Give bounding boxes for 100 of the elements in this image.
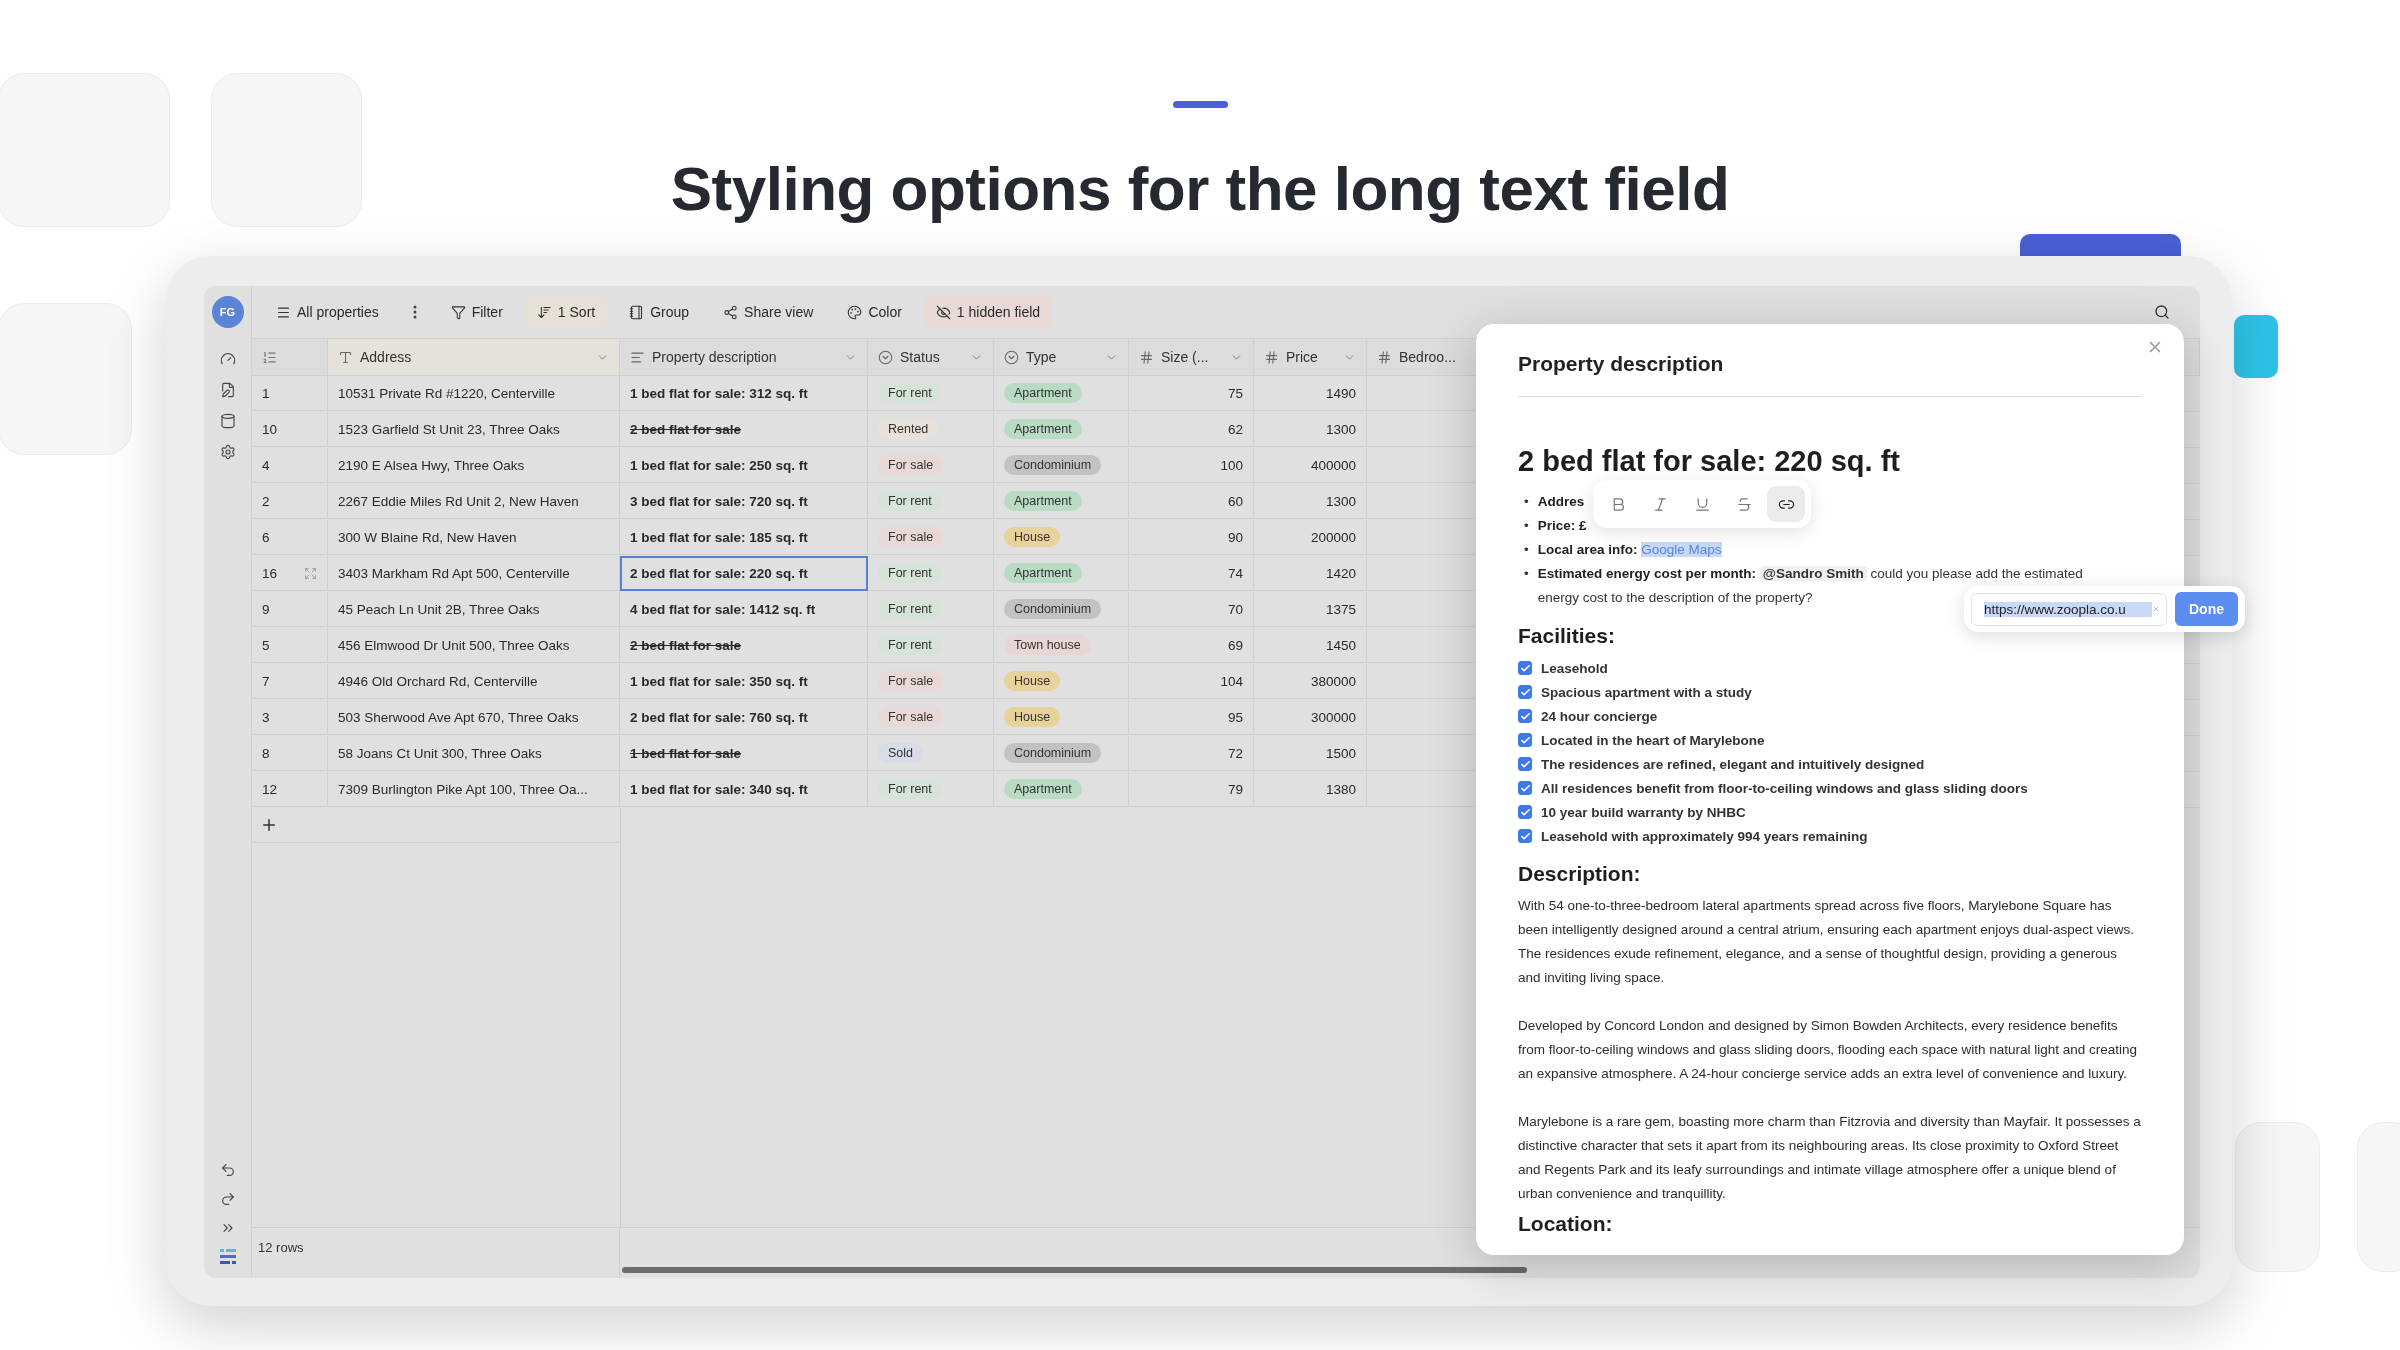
type-tag: Apartment: [1004, 563, 1082, 583]
filter-button[interactable]: Filter: [438, 296, 515, 328]
column-header[interactable]: Price: [1254, 339, 1367, 376]
table-cell[interactable]: 1 bed flat for sale: 340 sq. ft: [620, 772, 868, 807]
hash-icon: [1377, 349, 1392, 365]
undo-icon[interactable]: [219, 1162, 236, 1178]
checkbox-label: 10 year build warranty by NHBC: [1541, 804, 1746, 820]
url-field[interactable]: https://www.zoopla.co.u: [1971, 592, 2167, 626]
share-button[interactable]: Share view: [711, 296, 826, 328]
column-header[interactable]: Type: [994, 339, 1129, 376]
table-cell[interactable]: 1 bed flat for sale: 312 sq. ft: [620, 376, 868, 411]
type-tag: Condominium: [1004, 599, 1102, 619]
paragraph: With 54 one-to-three-bedroom lateral apartments spread across five floors, Marylebone Square has been intelligently designed around a central atrium, ensuring each apartment enjoys dual-aspect views. The residences exude refinement, elegance, and a sense of thoughtful design, providing a generous and inviting living space.: [1518, 897, 2136, 987]
hash-icon: [1264, 349, 1279, 365]
database-icon[interactable]: [219, 413, 236, 429]
link-button[interactable]: [1767, 486, 1805, 522]
table-cell[interactable]: 1 bed flat for sale: 350 sq. ft: [620, 664, 868, 699]
gauge-icon[interactable]: [219, 351, 236, 367]
scrollbar-thumb[interactable]: [622, 1267, 1527, 1273]
row-number: 3: [262, 709, 270, 725]
table-cell: 7309 Burlington Pike Apt 100, Three Oa...: [328, 772, 620, 807]
table-cell[interactable]: 3 bed flat for sale: 720 sq. ft: [620, 484, 868, 519]
checkbox[interactable]: [1518, 709, 1532, 723]
settings-icon[interactable]: [219, 444, 236, 460]
table-cell: 503 Sherwood Ave Apt 670, Three Oaks: [328, 700, 620, 735]
user-avatar[interactable]: FG: [211, 296, 244, 328]
hash-icon: [1139, 349, 1154, 365]
document-heading: 2 bed flat for sale: 220 sq. ft: [1518, 445, 1901, 478]
column-header[interactable]: Status: [868, 339, 994, 376]
redo-icon[interactable]: [219, 1191, 236, 1207]
table-cell: 10531 Private Rd #1220, Centerville: [328, 376, 620, 411]
row-count: 12 rows: [258, 1240, 304, 1255]
checkbox[interactable]: [1518, 733, 1532, 747]
paragraph: Marylebone is a rare gem, boasting more charm than Fitzrovia and diversity than Mayfair. It possesses a distinctive character that sets it apart from its neighbouring areas. Its close proximity to Oxford Street and Regents Park and its leafy surroundings and intimate village atmosphere offer a unique blend of urban convenience and tranquillity.: [1518, 1113, 2142, 1203]
type-tag: Apartment: [1004, 779, 1082, 799]
table-cell: 1420: [1254, 556, 1367, 591]
status-tag: For rent: [878, 779, 942, 799]
checkbox[interactable]: [1518, 829, 1532, 843]
document-edit-icon[interactable]: [219, 382, 236, 398]
table-cell[interactable]: 1 bed flat for sale: 185 sq. ft: [620, 520, 868, 555]
hidden-button[interactable]: 1 hidden field: [923, 296, 1053, 328]
table-cell[interactable]: 2 bed flat for sale: [620, 412, 868, 447]
filter-icon: [450, 304, 466, 320]
plus-icon: [260, 816, 278, 834]
table-cell[interactable]: 2 bed flat for sale: 760 sq. ft: [620, 700, 868, 735]
table-cell: 79: [1129, 772, 1254, 807]
table-cell[interactable]: 4 bed flat for sale: 1412 sq. ft: [620, 592, 868, 627]
type-tag: Apartment: [1004, 491, 1082, 511]
checkbox[interactable]: [1518, 781, 1532, 795]
status-tag: For rent: [878, 491, 942, 511]
row-number: 6: [262, 529, 270, 545]
table-cell[interactable]: 2 bed flat for sale: 220 sq. ft: [620, 556, 868, 591]
accent-bar: [1172, 101, 1228, 108]
status-tag: For sale: [878, 527, 944, 547]
row-number: 5: [262, 637, 270, 653]
section-heading: Location:: [1518, 1212, 1613, 1236]
checkbox-label: 24 hour concierge: [1541, 708, 1658, 724]
column-header[interactable]: Property description: [620, 339, 868, 376]
table-cell[interactable]: 2 bed flat for sale: [620, 628, 868, 663]
type-tag: Apartment: [1004, 419, 1082, 439]
table-cell: 72: [1129, 736, 1254, 771]
row-number: 9: [262, 601, 270, 617]
app-logo-icon[interactable]: [219, 1249, 236, 1264]
table-cell: 1375: [1254, 592, 1367, 627]
status-tag: For rent: [878, 635, 942, 655]
checkbox[interactable]: [1518, 805, 1532, 819]
group-button[interactable]: Group: [617, 296, 702, 328]
table-cell: 60: [1129, 484, 1254, 519]
table-cell: 1300: [1254, 484, 1367, 519]
column-header[interactable]: Size (...: [1129, 339, 1254, 376]
color-button[interactable]: Color: [835, 296, 914, 328]
row-number: 10: [262, 421, 278, 437]
row-number: 12: [262, 781, 278, 797]
row-number: 2: [262, 493, 270, 509]
checkbox[interactable]: [1518, 685, 1532, 699]
circle-chevron-icon: [878, 349, 893, 365]
table-cell: 380000: [1254, 664, 1367, 699]
bullet-marker: •: [1524, 565, 1529, 583]
table-cell: 74: [1129, 556, 1254, 591]
text-type-icon: [338, 349, 353, 365]
mention-chip[interactable]: @Sandro Smith: [1759, 566, 1867, 581]
checkbox[interactable]: [1518, 757, 1532, 771]
decor-block: [2234, 315, 2278, 378]
sort-button[interactable]: 1 Sort: [524, 296, 608, 328]
table-cell[interactable]: 1 bed flat for sale: 250 sq. ft: [620, 448, 868, 483]
bullet-text: Price: £: [1537, 517, 1587, 535]
checkbox[interactable]: [1518, 661, 1532, 675]
status-tag: Rented: [878, 419, 939, 439]
search-icon: [2154, 304, 2170, 320]
view-button[interactable]: All properties: [264, 296, 391, 328]
table-cell: 300 W Blaine Rd, New Haven: [328, 520, 620, 555]
column-header[interactable]: Address: [328, 339, 620, 376]
table-cell: 4946 Old Orchard Rd, Centerville: [328, 664, 620, 699]
row-number: 8: [262, 745, 270, 761]
type-tag: House: [1004, 707, 1061, 727]
paragraph: Developed by Concord London and designed by Simon Bowden Architects, every residence benefits from floor-to-ceiling windows and glass sliding doors, flooding each space with natural light and creating an expansive atmosphere. A 24-hour concierge service adds an extra level of convenience and luxury.: [1518, 1017, 2139, 1083]
status-tag: For rent: [878, 599, 942, 619]
table-cell[interactable]: 1 bed flat for sale: [620, 736, 868, 771]
row-number: 4: [262, 457, 270, 473]
circle-chevron-icon: [1004, 349, 1019, 365]
